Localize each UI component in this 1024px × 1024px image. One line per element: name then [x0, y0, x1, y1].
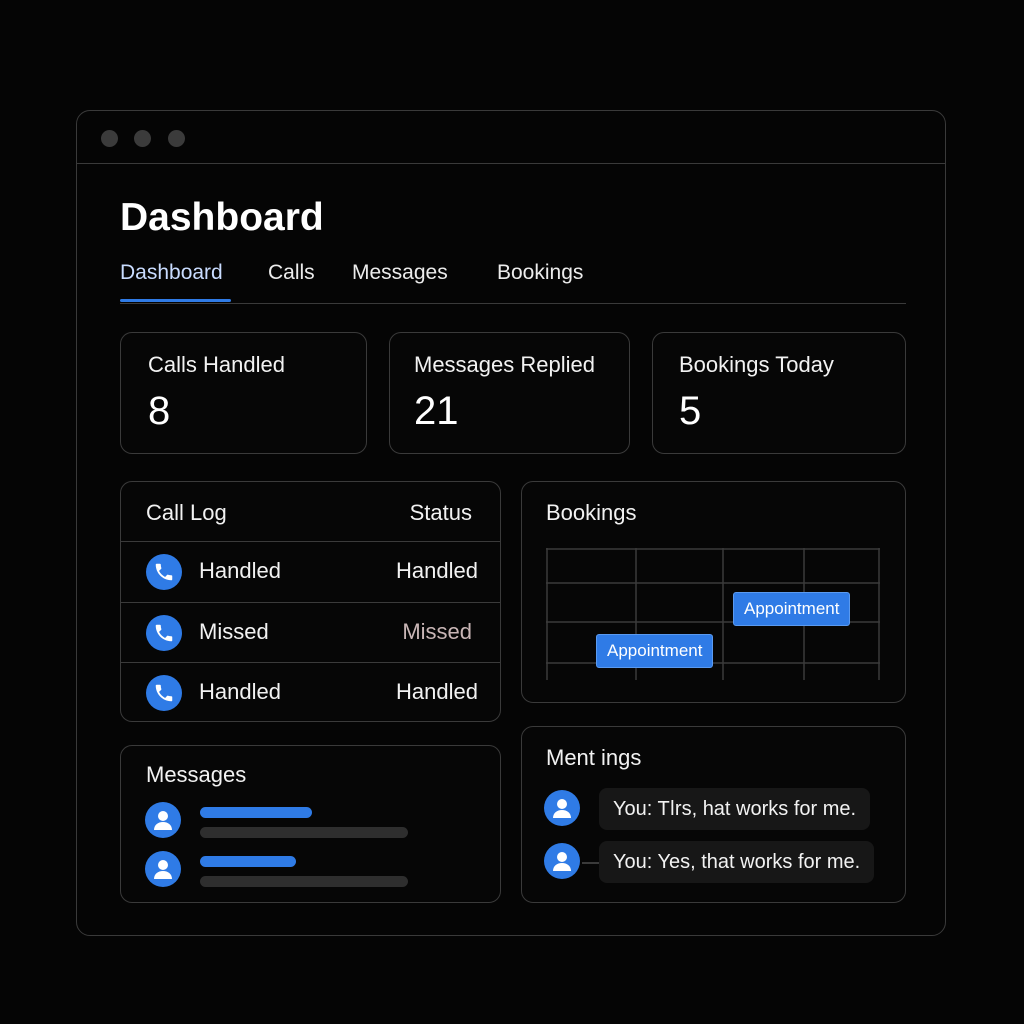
app-window: Dashboard Dashboard Calls Messages Booki… — [76, 110, 946, 936]
chat-bubble: You: Yes, that works for me. — [599, 841, 875, 883]
phone-icon — [146, 675, 182, 711]
messages-title: Messages — [146, 762, 247, 787]
message-preview-body — [200, 876, 408, 887]
call-log-title: Call Log — [146, 500, 227, 525]
window-minimize-dot[interactable] — [134, 130, 151, 147]
call-log-row[interactable]: Handled Handled — [121, 662, 500, 723]
window-close-dot[interactable] — [101, 130, 118, 147]
chat-connector — [582, 862, 600, 864]
message-preview-body — [200, 827, 408, 838]
meetings-panel: Ment ings You: Tǀrs, hat works for me. Y… — [521, 726, 906, 903]
user-icon — [145, 851, 181, 887]
stat-value: 8 — [148, 389, 171, 433]
tab-bar: Dashboard Calls Messages Bookings — [120, 259, 906, 304]
message-preview-title — [200, 856, 296, 867]
user-icon — [145, 802, 181, 838]
call-name: Handled — [199, 679, 281, 704]
page-title: Dashboard — [120, 196, 324, 239]
message-preview-title — [200, 807, 312, 818]
window-maximize-dot[interactable] — [168, 130, 185, 147]
call-log-status-header: Status — [409, 500, 472, 525]
tab-messages[interactable]: Messages — [352, 261, 448, 285]
active-tab-indicator — [120, 299, 231, 302]
stat-label: Calls Handled — [148, 352, 285, 377]
tab-dashboard[interactable]: Dashboard — [120, 261, 223, 285]
phone-icon — [146, 554, 182, 590]
phone-icon — [146, 615, 182, 651]
chat-message[interactable]: You: Yes, that works for me. — [544, 841, 884, 885]
meetings-title: Ment ings — [546, 745, 642, 770]
user-icon — [544, 843, 580, 879]
call-status: Missed — [402, 619, 472, 644]
call-name: Handled — [199, 558, 281, 583]
call-status: Handled — [396, 558, 478, 583]
appointment-block[interactable]: Appointment — [733, 592, 851, 626]
message-item[interactable] — [145, 802, 445, 840]
call-status: Handled — [396, 679, 478, 704]
stat-card-bookings-today: Bookings Today 5 — [652, 332, 906, 454]
call-log-panel: Call Log Status Handled Handled Missed M… — [120, 481, 501, 722]
stat-value: 5 — [679, 389, 702, 433]
message-item[interactable] — [145, 851, 445, 889]
call-log-row[interactable]: Missed Missed — [121, 602, 500, 663]
tab-calls[interactable]: Calls — [268, 261, 315, 285]
bookings-panel: Bookings Appointment Appointment — [521, 481, 906, 703]
call-log-row[interactable]: Handled Handled — [121, 541, 500, 602]
stat-value: 21 — [414, 389, 459, 433]
chat-message[interactable]: You: Tǀrs, hat works for me. — [544, 788, 884, 832]
bookings-title: Bookings — [546, 500, 637, 525]
stat-card-calls-handled: Calls Handled 8 — [120, 332, 367, 454]
window-titlebar — [77, 111, 945, 164]
chat-bubble: You: Tǀrs, hat works for me. — [599, 788, 871, 830]
stat-label: Bookings Today — [679, 352, 834, 377]
messages-panel: Messages — [120, 745, 501, 903]
user-icon — [544, 790, 580, 826]
appointment-block[interactable]: Appointment — [596, 634, 714, 668]
call-name: Missed — [199, 619, 269, 644]
stat-label: Messages Replied — [414, 352, 595, 377]
tab-bookings[interactable]: Bookings — [497, 261, 583, 285]
stat-card-messages-replied: Messages Replied 21 — [389, 332, 630, 454]
